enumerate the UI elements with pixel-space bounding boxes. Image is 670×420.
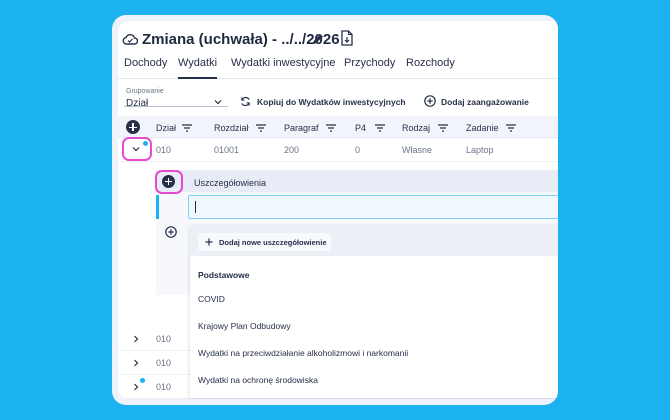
cell-dzial: 010 — [156, 334, 172, 344]
column-header-p4[interactable]: P4 — [355, 123, 366, 133]
cell-p4: 0 — [355, 145, 361, 155]
column-header-rozdzial[interactable]: Rozdział — [214, 123, 249, 133]
status-dot — [140, 378, 145, 383]
grouping-value: Dział — [126, 98, 149, 109]
filter-icon[interactable] — [256, 124, 266, 132]
grouping-label: Grupowanie — [126, 88, 164, 95]
column-header-paragraf[interactable]: Paragraf — [284, 123, 319, 133]
copy-to-investment-button[interactable]: Kopiuj do Wydatków inwestycyjnych — [257, 97, 406, 107]
dropdown-option[interactable]: COVID — [198, 294, 225, 304]
status-dot — [143, 141, 148, 146]
add-commitment-button[interactable]: Dodaj zaangażowanie — [441, 97, 529, 107]
pencil-icon[interactable] — [311, 32, 325, 46]
add-new-detail-label: Dodaj nowe uszczegółowienie — [219, 238, 327, 247]
chevron-down-icon — [214, 100, 222, 105]
tab-przychody[interactable]: Przychody — [344, 57, 395, 79]
filter-icon[interactable] — [506, 124, 516, 132]
dropdown-option[interactable]: Wydatki na przeciwdziałanie alkoholizmow… — [198, 348, 408, 358]
page-title: Zmiana (uchwała) - ../../2026 — [142, 31, 340, 48]
tab-bar: Dochody Wydatki Wydatki inwestycyjne Prz… — [118, 57, 558, 79]
table-header: Dział Rozdział Paragraf P4 Rodzaj Zadani… — [118, 116, 558, 138]
chevron-right-icon[interactable] — [133, 359, 139, 367]
plus-icon — [205, 238, 213, 246]
details-title: Uszczegółowienia — [194, 178, 267, 188]
active-indicator — [156, 195, 159, 219]
dropdown-section-label: Podstawowe — [198, 270, 250, 280]
column-header-rodzaj[interactable]: Rodzaj — [402, 123, 430, 133]
plus-circle-icon — [424, 95, 436, 107]
refresh-icon — [241, 96, 250, 107]
cell-dzial: 010 — [156, 145, 172, 155]
filter-icon[interactable] — [375, 124, 385, 132]
main-panel: Zmiana (uchwała) - ../../2026 Dochody Wy… — [118, 21, 558, 399]
document-download-icon[interactable] — [340, 30, 354, 46]
detail-search-input[interactable] — [188, 195, 558, 219]
cell-dzial: 010 — [156, 358, 172, 368]
chevron-down-icon — [132, 147, 140, 152]
cell-rodzaj: Własne — [402, 145, 433, 155]
app-card: Zmiana (uchwała) - ../../2026 Dochody Wy… — [112, 15, 558, 405]
tab-dochody[interactable]: Dochody — [124, 57, 167, 79]
cloud-icon — [122, 34, 138, 45]
column-header-dzial[interactable]: Dział — [156, 123, 176, 133]
cell-paragraf: 200 — [284, 145, 300, 155]
cell-dzial: 010 — [156, 382, 172, 392]
tab-rozchody[interactable]: Rozchody — [406, 57, 455, 79]
column-header-zadanie[interactable]: Zadanie — [466, 123, 499, 133]
cell-rozdzial: 01001 — [214, 145, 240, 155]
cell-zadanie: Laptop — [466, 145, 494, 155]
add-detail-button[interactable] — [162, 175, 175, 188]
tab-wydatki-inwestycyjne[interactable]: Wydatki inwestycyjne — [231, 57, 335, 79]
filter-icon[interactable] — [326, 124, 336, 132]
filter-icon[interactable] — [182, 124, 192, 132]
add-column-button[interactable] — [126, 120, 140, 134]
plus-circle-icon[interactable] — [165, 226, 177, 238]
chevron-right-icon[interactable] — [133, 383, 139, 391]
tab-wydatki[interactable]: Wydatki — [178, 57, 218, 79]
text-caret — [195, 201, 196, 213]
dropdown-option[interactable]: Wydatki na ochronę środowiska — [198, 375, 318, 385]
table-row[interactable]: 010 01001 200 0 Własne Laptop — [118, 138, 558, 162]
chevron-right-icon[interactable] — [133, 335, 139, 343]
filter-icon[interactable] — [438, 124, 448, 132]
dropdown-option[interactable]: Krajowy Plan Odbudowy — [198, 321, 291, 331]
